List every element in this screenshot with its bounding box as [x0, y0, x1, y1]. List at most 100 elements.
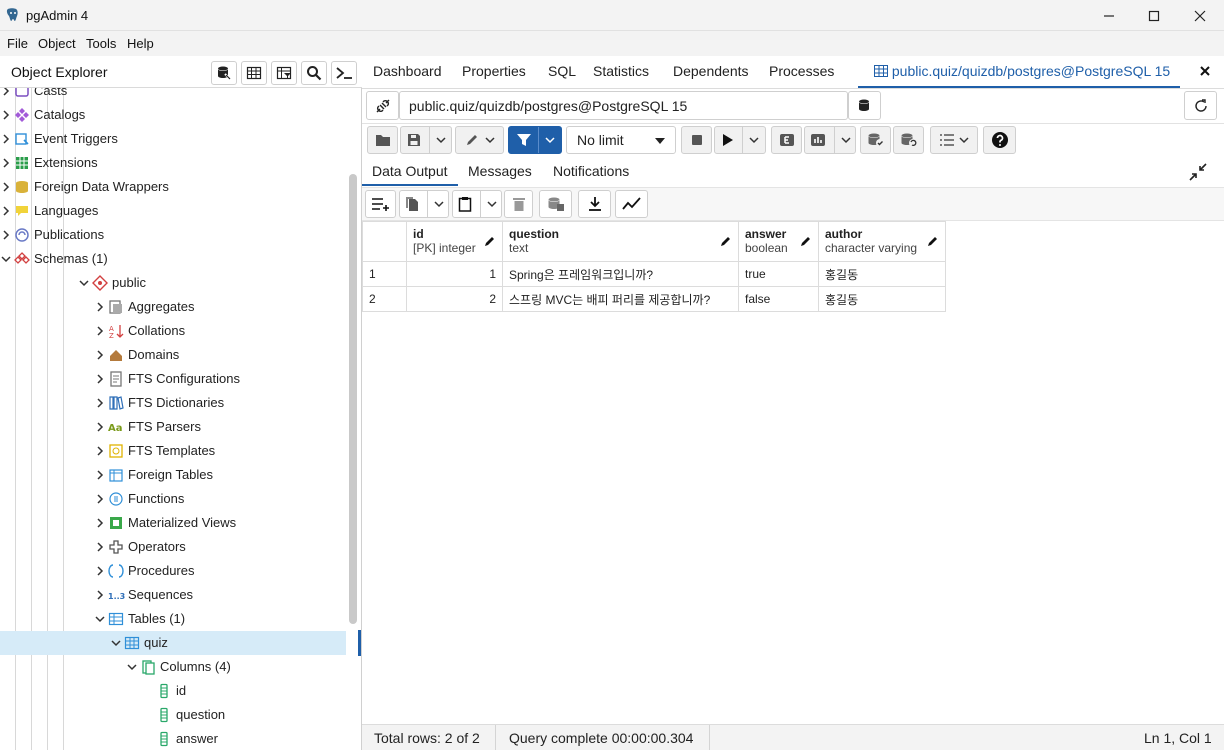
column-header[interactable]: author character varying: [818, 221, 946, 262]
row-number[interactable]: 1: [362, 261, 407, 287]
minimize-panel-button[interactable]: [1188, 162, 1210, 184]
row-number[interactable]: 2: [362, 286, 407, 312]
chevron-right-icon[interactable]: [94, 372, 106, 386]
column-header[interactable]: question text: [502, 221, 739, 262]
chevron-right-icon[interactable]: [0, 156, 12, 170]
table-cell[interactable]: 홍길동: [818, 261, 946, 287]
copy-button[interactable]: [399, 190, 449, 218]
chevron-right-icon[interactable]: [0, 108, 12, 122]
chevron-right-icon[interactable]: [94, 444, 106, 458]
stop-button[interactable]: [681, 126, 712, 154]
tree-item[interactable]: Columns (4): [0, 655, 346, 679]
rollback-button[interactable]: [893, 126, 924, 154]
macros-button[interactable]: [930, 126, 978, 154]
paste-button[interactable]: [452, 190, 502, 218]
chevron-down-icon[interactable]: [126, 660, 138, 674]
chevron-right-icon[interactable]: [94, 540, 106, 554]
tree-item[interactable]: Event Triggers: [0, 127, 346, 151]
chevron-down-icon[interactable]: [78, 276, 90, 290]
explain-button[interactable]: [771, 126, 802, 154]
chevron-right-icon[interactable]: [94, 300, 106, 314]
row-limit-select[interactable]: No limit: [566, 126, 676, 154]
maximize-button[interactable]: [1131, 0, 1177, 31]
chevron-right-icon[interactable]: [94, 348, 106, 362]
tree-item[interactable]: Operators: [0, 535, 346, 559]
tab-statistics[interactable]: Statistics: [593, 63, 649, 79]
tab-processes[interactable]: Processes: [769, 63, 834, 79]
tree-item[interactable]: Languages: [0, 199, 346, 223]
tree-item[interactable]: Casts: [0, 88, 346, 103]
tree-item[interactable]: Domains: [0, 343, 346, 367]
commit-button[interactable]: [860, 126, 891, 154]
query-tool-button[interactable]: [211, 61, 237, 85]
tree-item[interactable]: Foreign Tables: [0, 463, 346, 487]
table-cell[interactable]: Spring은 프레임워크입니까?: [502, 261, 739, 287]
chevron-right-icon[interactable]: [94, 516, 106, 530]
tree-item[interactable]: Schemas (1): [0, 247, 346, 271]
table-cell[interactable]: 스프링 MVC는 배피 퍼리를 제공합니까?: [502, 286, 739, 312]
tab-data-output[interactable]: Data Output: [372, 163, 448, 179]
help-button[interactable]: [983, 126, 1016, 154]
tree-item[interactable]: 1..3 Sequences: [0, 583, 346, 607]
menu-help[interactable]: Help: [127, 36, 154, 51]
column-header[interactable]: id [PK] integer: [406, 221, 503, 262]
tree-item[interactable]: id: [0, 679, 346, 703]
chevron-right-icon[interactable]: [0, 228, 12, 242]
tree-item[interactable]: Functions: [0, 487, 346, 511]
filtered-rows-button[interactable]: [271, 61, 297, 85]
edit-button[interactable]: [455, 126, 504, 154]
close-window-button[interactable]: [1177, 0, 1223, 31]
tree-item[interactable]: Procedures: [0, 559, 346, 583]
chevron-right-icon[interactable]: [94, 588, 106, 602]
tree-item[interactable]: Materialized Views: [0, 511, 346, 535]
tree-item[interactable]: quiz: [0, 631, 346, 655]
table-cell[interactable]: false: [738, 286, 819, 312]
column-header[interactable]: answer boolean: [738, 221, 819, 262]
close-tab-button[interactable]: [1198, 64, 1214, 80]
tab-properties[interactable]: Properties: [462, 63, 526, 79]
table-row[interactable]: 1 1 Spring은 프레임워크입니까? true 홍길동: [362, 261, 946, 287]
chevron-down-icon[interactable]: [94, 612, 106, 626]
chevron-right-icon[interactable]: [0, 132, 12, 146]
minimize-button[interactable]: [1086, 0, 1132, 31]
chevron-right-icon[interactable]: [0, 204, 12, 218]
menu-file[interactable]: File: [7, 36, 28, 51]
chevron-right-icon[interactable]: [94, 492, 106, 506]
tab-sql[interactable]: SQL: [548, 63, 576, 79]
tab-query-tool[interactable]: public.quiz/quizdb/postgres@PostgreSQL 1…: [857, 63, 1181, 88]
tree-item[interactable]: Aggregates: [0, 295, 346, 319]
tree-item[interactable]: Foreign Data Wrappers: [0, 175, 346, 199]
tree-item[interactable]: FTS Templates: [0, 439, 346, 463]
table-cell[interactable]: 1: [406, 261, 503, 287]
tree-item[interactable]: FTS Dictionaries: [0, 391, 346, 415]
chevron-right-icon[interactable]: [0, 180, 12, 194]
chevron-right-icon[interactable]: [94, 564, 106, 578]
tab-messages[interactable]: Messages: [468, 163, 532, 179]
chevron-down-icon[interactable]: [110, 636, 122, 650]
table-cell[interactable]: 홍길동: [818, 286, 946, 312]
chevron-right-icon[interactable]: [94, 468, 106, 482]
delete-row-button[interactable]: [504, 190, 533, 218]
tree-item[interactable]: Publications: [0, 223, 346, 247]
tree-item[interactable]: question: [0, 703, 346, 727]
tab-dependents[interactable]: Dependents: [673, 63, 749, 79]
menu-object[interactable]: Object: [38, 36, 76, 51]
search-objects-button[interactable]: [301, 61, 327, 85]
tree-item[interactable]: Catalogs: [0, 103, 346, 127]
table-cell[interactable]: true: [738, 261, 819, 287]
explain-analyze-button[interactable]: [804, 126, 856, 154]
new-connection-button[interactable]: [848, 91, 881, 120]
filter-button[interactable]: [508, 126, 562, 154]
tree-item[interactable]: Extensions: [0, 151, 346, 175]
refresh-button[interactable]: [1184, 91, 1217, 120]
open-file-button[interactable]: [367, 126, 398, 154]
view-data-button[interactable]: [241, 61, 267, 85]
connection-status-button[interactable]: [366, 91, 399, 120]
chevron-right-icon[interactable]: [94, 396, 106, 410]
tree-item[interactable]: FTS Configurations: [0, 367, 346, 391]
tab-dashboard[interactable]: Dashboard: [373, 63, 442, 79]
table-row[interactable]: 2 2 스프링 MVC는 배피 퍼리를 제공합니까? false 홍길동: [362, 286, 946, 312]
tree-item[interactable]: answer: [0, 727, 346, 750]
psql-tool-button[interactable]: [331, 61, 357, 85]
chevron-right-icon[interactable]: [94, 420, 106, 434]
